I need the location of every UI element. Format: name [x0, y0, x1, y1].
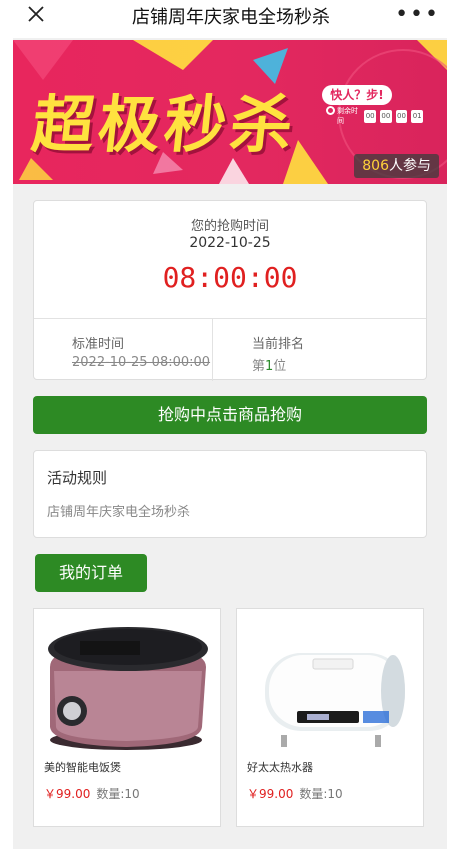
product-price-row: ￥99.00 数量:10	[247, 785, 343, 802]
participants-badge: 806人参与	[354, 154, 439, 178]
participants-count: 806	[362, 158, 389, 174]
water-heater-image[interactable]	[243, 615, 417, 753]
timer-box: 00	[380, 109, 392, 123]
rush-date: 2022-10-25	[189, 235, 271, 251]
promo-banner: 超极秒杀 快人？步! 剩余时间 00 00 00 01 806人参与	[13, 40, 447, 184]
participants-suffix: 人参与	[389, 158, 431, 174]
more-icon[interactable]: •••	[395, 2, 440, 27]
product-card[interactable]: 美的智能电饭煲 ￥99.00 数量:10	[33, 608, 221, 827]
product-price: ￥99.00	[44, 787, 91, 801]
rank-prefix: 第	[252, 359, 266, 374]
clock-icon	[326, 106, 335, 115]
page-title: 店铺周年庆家电全场秒杀	[132, 7, 330, 28]
product-card[interactable]: 好太太热水器 ￥99.00 数量:10	[236, 608, 424, 827]
top-bar: 店铺周年庆家电全场秒杀 •••	[0, 0, 462, 32]
standard-time: 标准时间 2022-10-25 08:00:00	[72, 333, 210, 370]
timer-box: 00	[395, 109, 408, 123]
rules-text: 店铺周年庆家电全场秒杀	[47, 505, 191, 520]
rank-value: 第1位	[252, 355, 304, 374]
divider	[34, 318, 426, 319]
rules-title: 活动规则	[47, 469, 108, 487]
buy-button[interactable]: 抢购中点击商品抢购	[33, 396, 427, 434]
standard-time-value: 2022-10-25 08:00:00	[72, 355, 211, 370]
banner-timer: 剩余时间 00 00 00 01	[323, 107, 424, 125]
rules-card: 活动规则 店铺周年庆家电全场秒杀	[33, 450, 427, 538]
banner-slogan: 快人？步!	[322, 85, 392, 105]
product-qty: 数量:10	[96, 787, 140, 801]
rush-time: 08:00:00	[162, 261, 298, 294]
product-price: ￥99.00	[247, 787, 294, 801]
my-orders-button[interactable]: 我的订单	[35, 554, 147, 592]
standard-time-label: 标准时间	[72, 337, 125, 352]
timer-label: 剩余时间	[337, 107, 358, 125]
rank-suffix: 位	[273, 359, 287, 374]
product-name: 好太太热水器	[247, 761, 313, 774]
rice-cooker-image[interactable]	[40, 615, 214, 753]
product-price-row: ￥99.00 数量:10	[44, 785, 140, 802]
rush-time-card: 您的抢购时间 2022-10-25 08:00:00 标准时间 2022-10-…	[33, 200, 427, 381]
divider	[212, 319, 213, 381]
product-qty: 数量:10	[299, 787, 343, 801]
rank-label: 当前排名	[252, 337, 305, 352]
product-name: 美的智能电饭煲	[44, 761, 121, 774]
page-content: 超极秒杀 快人？步! 剩余时间 00 00 00 01 806人参与 您的抢购时…	[13, 38, 447, 849]
rush-time-label: 您的抢购时间	[190, 219, 269, 234]
banner-headline: 超极秒杀	[28, 88, 301, 161]
timer-box: 01	[411, 109, 424, 123]
current-rank: 当前排名 第1位	[252, 333, 304, 374]
timer-box: 00	[364, 109, 376, 123]
